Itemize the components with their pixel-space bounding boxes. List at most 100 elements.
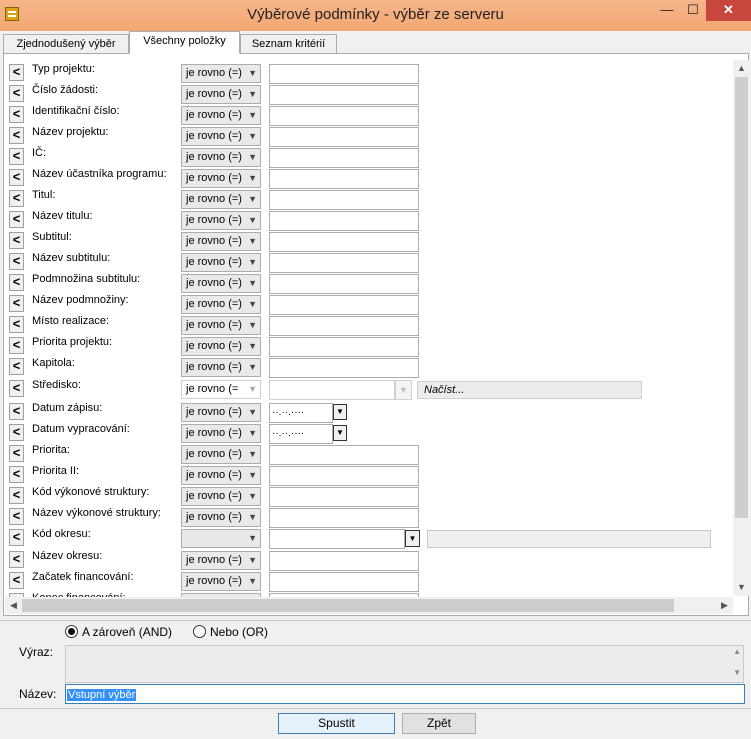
criteria-value-input[interactable] bbox=[269, 572, 419, 592]
criteria-value-input[interactable] bbox=[269, 487, 419, 507]
operator-select[interactable]: je rovno (=) ▼ bbox=[181, 106, 261, 125]
operator-select[interactable]: je rovno (=) ▼ bbox=[181, 190, 261, 209]
operator-select[interactable]: je rovno (=) ▼ bbox=[181, 253, 261, 272]
operator-select[interactable]: je rovno (=) ▼ bbox=[181, 508, 261, 527]
criteria-value-input[interactable] bbox=[269, 445, 419, 465]
operator-select[interactable]: ▼ bbox=[181, 529, 261, 548]
and-radio[interactable] bbox=[65, 625, 78, 638]
criteria-value-input[interactable] bbox=[269, 466, 419, 486]
operator-select[interactable]: je rovno (=) ▼ bbox=[181, 424, 261, 443]
scroll-down-arrow-icon[interactable]: ▼ bbox=[733, 579, 750, 596]
add-to-list-button[interactable]: < bbox=[9, 295, 24, 312]
operator-select[interactable]: je rovno (= ▼ bbox=[181, 380, 261, 399]
add-to-list-button[interactable]: < bbox=[9, 127, 24, 144]
add-to-list-button[interactable]: < bbox=[9, 358, 24, 375]
criteria-value-input[interactable] bbox=[269, 64, 419, 84]
add-to-list-button[interactable]: < bbox=[9, 64, 24, 81]
operator-select[interactable]: je rovno (=) ▼ bbox=[181, 466, 261, 485]
add-to-list-button[interactable]: < bbox=[9, 85, 24, 102]
calendar-dropdown-icon[interactable]: ▼ bbox=[333, 404, 347, 420]
operator-select[interactable]: je rovno (=) ▼ bbox=[181, 572, 261, 591]
criteria-value-input[interactable] bbox=[269, 148, 419, 168]
vertical-scrollbar[interactable]: ▲ ▼ bbox=[733, 60, 750, 596]
name-input[interactable]: Vstupní výběr bbox=[65, 684, 745, 704]
criteria-value-input[interactable] bbox=[269, 551, 419, 571]
maximize-button[interactable]: ☐ bbox=[680, 0, 706, 21]
vertical-scroll-thumb[interactable] bbox=[735, 77, 748, 518]
tab-simplified-selection[interactable]: Zjednodušený výběr bbox=[3, 34, 129, 54]
operator-select[interactable]: je rovno (=) ▼ bbox=[181, 487, 261, 506]
criteria-value-input[interactable] bbox=[269, 190, 419, 210]
run-button[interactable]: Spustit bbox=[278, 713, 395, 734]
criteria-value-input[interactable] bbox=[269, 316, 419, 336]
operator-value: je rovno (=) bbox=[186, 427, 242, 439]
operator-select[interactable]: je rovno (=) ▼ bbox=[181, 127, 261, 146]
add-to-list-button[interactable]: < bbox=[9, 232, 24, 249]
add-to-list-button[interactable]: < bbox=[9, 253, 24, 270]
calendar-dropdown-icon[interactable]: ▼ bbox=[333, 425, 347, 441]
add-to-list-button[interactable]: < bbox=[9, 316, 24, 333]
add-to-list-button[interactable]: < bbox=[9, 148, 24, 165]
criteria-value-input[interactable] bbox=[269, 106, 419, 126]
minimize-button[interactable]: — bbox=[654, 0, 680, 21]
operator-select[interactable]: je rovno (=) ▼ bbox=[181, 295, 261, 314]
operator-select[interactable]: je rovno (=) ▼ bbox=[181, 316, 261, 335]
add-to-list-button[interactable]: < bbox=[9, 211, 24, 228]
add-to-list-button[interactable]: < bbox=[9, 190, 24, 207]
add-to-list-button[interactable]: < bbox=[9, 445, 24, 462]
add-to-list-button[interactable]: < bbox=[9, 529, 24, 546]
operator-select[interactable]: je rovno (=) ▼ bbox=[181, 445, 261, 464]
date-input[interactable]: ··.··.···· bbox=[269, 403, 333, 423]
add-to-list-button[interactable]: < bbox=[9, 403, 24, 420]
operator-select[interactable]: je rovno (=) ▼ bbox=[181, 337, 261, 356]
criteria-value-input[interactable] bbox=[269, 274, 419, 294]
criteria-value-input[interactable] bbox=[269, 169, 419, 189]
add-to-list-button[interactable]: < bbox=[9, 487, 24, 504]
date-input[interactable]: ··.··.···· bbox=[269, 424, 333, 444]
criteria-value-input[interactable] bbox=[269, 508, 419, 528]
criteria-value-input[interactable] bbox=[269, 127, 419, 147]
criteria-value-input[interactable] bbox=[269, 85, 419, 105]
operator-select[interactable]: je rovno (=) ▼ bbox=[181, 274, 261, 293]
criteria-value-input[interactable] bbox=[269, 211, 419, 231]
chevron-down-icon: ▼ bbox=[248, 341, 257, 351]
criteria-value-input[interactable] bbox=[269, 337, 419, 357]
criteria-value-input[interactable] bbox=[269, 358, 419, 378]
operator-select[interactable]: je rovno (=) ▼ bbox=[181, 64, 261, 83]
operator-select[interactable]: je rovno (=) ▼ bbox=[181, 85, 261, 104]
expression-field[interactable]: ▲ ▼ bbox=[65, 645, 744, 683]
criteria-value-input[interactable] bbox=[269, 295, 419, 315]
close-button[interactable]: ✕ bbox=[706, 0, 751, 21]
tab-all-items[interactable]: Všechny položky bbox=[129, 31, 240, 54]
operator-select[interactable]: je rovno (=) ▼ bbox=[181, 358, 261, 377]
operator-select[interactable]: je rovno (=) ▼ bbox=[181, 169, 261, 188]
add-to-list-button[interactable]: < bbox=[9, 169, 24, 186]
operator-select[interactable]: je rovno (=) ▼ bbox=[181, 232, 261, 251]
load-button[interactable]: Načíst... bbox=[417, 381, 642, 399]
criteria-value-input[interactable] bbox=[269, 232, 419, 252]
add-to-list-button[interactable]: < bbox=[9, 274, 24, 291]
add-to-list-button[interactable]: < bbox=[9, 466, 24, 483]
operator-select[interactable]: je rovno (=) ▼ bbox=[181, 551, 261, 570]
add-to-list-button[interactable]: < bbox=[9, 572, 24, 589]
criteria-value-input[interactable] bbox=[269, 253, 419, 273]
horizontal-scrollbar[interactable]: ◀ ▶ bbox=[5, 597, 733, 614]
or-radio[interactable] bbox=[193, 625, 206, 638]
scroll-right-arrow-icon[interactable]: ▶ bbox=[716, 597, 733, 614]
add-to-list-button[interactable]: < bbox=[9, 380, 24, 397]
add-to-list-button[interactable]: < bbox=[9, 551, 24, 568]
add-to-list-button[interactable]: < bbox=[9, 106, 24, 123]
back-button[interactable]: Zpět bbox=[402, 713, 476, 734]
horizontal-scroll-thumb[interactable] bbox=[22, 599, 674, 612]
operator-select[interactable]: je rovno (=) ▼ bbox=[181, 148, 261, 167]
add-to-list-button[interactable]: < bbox=[9, 424, 24, 441]
district-code-combo[interactable] bbox=[269, 529, 405, 549]
scroll-up-arrow-icon[interactable]: ▲ bbox=[733, 60, 750, 77]
add-to-list-button[interactable]: < bbox=[9, 337, 24, 354]
tab-criteria-list[interactable]: Seznam kritérií bbox=[240, 34, 337, 54]
add-to-list-button[interactable]: < bbox=[9, 508, 24, 525]
chevron-down-icon[interactable]: ▼ bbox=[405, 530, 420, 547]
scroll-left-arrow-icon[interactable]: ◀ bbox=[5, 597, 22, 614]
operator-select[interactable]: je rovno (=) ▼ bbox=[181, 403, 261, 422]
operator-select[interactable]: je rovno (=) ▼ bbox=[181, 211, 261, 230]
